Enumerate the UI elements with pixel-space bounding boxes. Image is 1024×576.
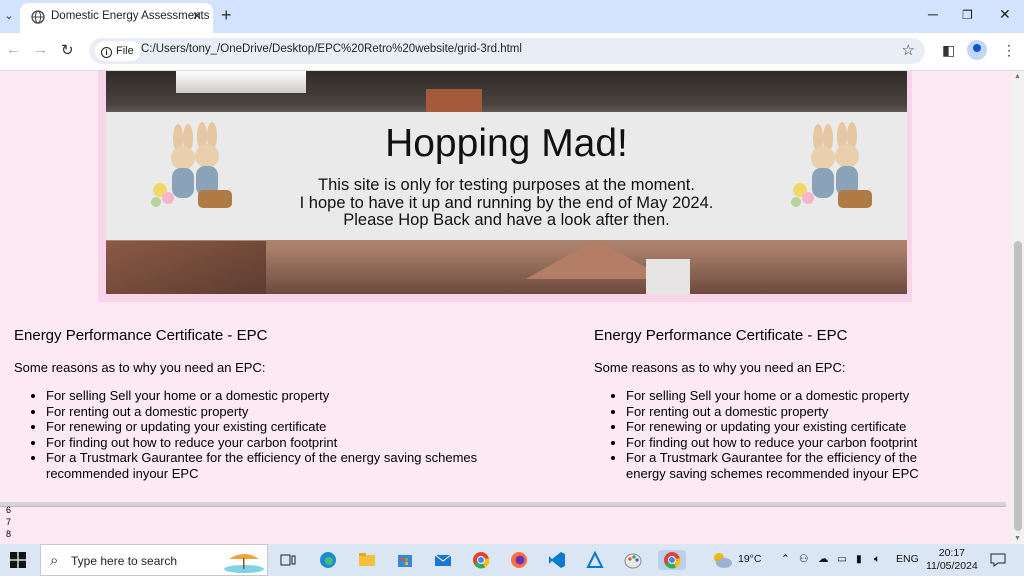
list-item: For renewing or updating your existing c… <box>46 419 506 435</box>
storage-icon[interactable]: ▭ <box>837 553 847 565</box>
clock-date: 11/05/2024 <box>926 560 978 572</box>
column-subheading: Some reasons as to why you need an EPC: <box>594 360 846 375</box>
bookmark-star-icon[interactable]: ☆ <box>902 41 915 59</box>
weather-cloud-icon[interactable] <box>711 550 733 570</box>
notifications-icon[interactable] <box>990 552 1006 568</box>
profile-avatar[interactable] <box>967 40 987 60</box>
column-heading: Energy Performance Certificate - EPC <box>594 327 848 344</box>
store-icon[interactable] <box>395 550 415 570</box>
vertical-scrollbar[interactable]: ▲ ▼ <box>1012 71 1024 544</box>
battery-icon[interactable]: ▮ <box>856 553 862 565</box>
list-item: For renting out a domestic property <box>626 404 926 420</box>
site-info-chip[interactable]: i File <box>95 41 141 61</box>
roof-gutter <box>176 71 306 93</box>
restore-icon[interactable]: ❐ <box>962 8 973 22</box>
url-text[interactable]: C:/Users/tony_/OneDrive/Desktop/EPC%20Re… <box>141 43 522 55</box>
paint-icon[interactable] <box>623 550 643 570</box>
onedrive-cloud-icon[interactable]: ☁ <box>818 553 829 565</box>
people-icon[interactable]: ⚇ <box>799 553 808 565</box>
list-item: For renewing or updating your existing c… <box>626 419 926 435</box>
list-item: For selling Sell your home or a domestic… <box>46 388 506 404</box>
reasons-list: For selling Sell your home or a domestic… <box>14 388 506 481</box>
file-explorer-icon[interactable] <box>357 550 377 570</box>
reasons-list: For selling Sell your home or a domestic… <box>594 388 926 481</box>
search-icon: ⌕ <box>50 552 59 569</box>
task-view-icon[interactable] <box>278 550 298 570</box>
footer-number: 7 <box>6 517 12 527</box>
footer-number: 8 <box>6 529 12 539</box>
info-icon: i <box>101 47 112 58</box>
back-arrow-icon[interactable]: ← <box>6 41 21 58</box>
address-bar[interactable]: i File C:/Users/tony_/OneDrive/Desktop/EP… <box>89 38 925 64</box>
window <box>646 259 690 294</box>
tab-search-chevron-icon[interactable]: ⌄ <box>0 6 18 26</box>
scrollbar-thumb[interactable] <box>1014 241 1022 531</box>
scroll-up-icon[interactable]: ▲ <box>1014 73 1021 80</box>
section-divider <box>0 502 1006 507</box>
vscode-icon[interactable] <box>547 550 567 570</box>
windows-start-icon[interactable] <box>10 552 26 568</box>
gable <box>526 239 666 279</box>
hero-banner: Hopping Mad! This site is only for testi… <box>106 112 907 240</box>
list-item: For renting out a domestic property <box>46 404 506 420</box>
column-heading: Energy Performance Certificate - EPC <box>14 327 268 344</box>
side-panel-icon[interactable]: ◧ <box>942 42 955 59</box>
taskbar-search-box[interactable]: ⌕ Type here to search <box>40 544 268 576</box>
clock-time: 20:17 <box>938 547 966 559</box>
list-item: For a Trustmark Gaurantee for the effici… <box>46 450 506 481</box>
browser-toolbar: ← → ↻ i File C:/Users/tony_/OneDrive/Desk… <box>0 33 1024 71</box>
list-item: For finding out how to reduce your carbo… <box>46 435 506 451</box>
chrome-icon[interactable] <box>471 550 491 570</box>
system-clock[interactable]: 20:17 11/05/2024 <box>926 547 978 573</box>
firefox-icon[interactable] <box>509 550 529 570</box>
close-window-icon[interactable]: ✕ <box>999 6 1011 23</box>
footer-number: 6 <box>6 505 12 515</box>
bunny-icon <box>791 122 872 208</box>
forward-arrow-icon[interactable]: → <box>33 41 48 58</box>
tab-close-icon[interactable]: ✕ <box>192 9 202 23</box>
footer-number-list: 6 7 8 <box>6 504 11 540</box>
volume-icon[interactable]: 🔈︎ <box>874 553 880 566</box>
reload-icon[interactable]: ↻ <box>61 41 74 59</box>
list-item: For a Trustmark Gaurantee for the effici… <box>626 450 926 481</box>
new-tab-plus-icon[interactable]: + <box>221 5 232 26</box>
weather-temperature[interactable]: 19°C <box>738 553 761 565</box>
windows-taskbar: ⌕ Type here to search 19°C ⌃ ⚇ ☁ ▭ ▮ 🔈︎ … <box>0 544 1024 576</box>
chrome-active-icon[interactable] <box>658 550 686 570</box>
scroll-down-icon[interactable]: ▼ <box>1014 535 1021 542</box>
edge-icon[interactable] <box>318 550 338 570</box>
globe-icon <box>31 10 45 24</box>
chimney <box>426 89 482 113</box>
roof <box>106 241 266 294</box>
browser-tab[interactable]: Domestic Energy Assessments ✕ <box>20 3 213 33</box>
tab-strip: ⌄ Domestic Energy Assessments ✕ + ─ ❐ ✕ <box>0 0 1024 33</box>
tray-chevron-icon[interactable]: ⌃ <box>781 553 790 565</box>
mail-icon[interactable] <box>433 550 453 570</box>
list-item: For selling Sell your home or a domestic… <box>626 388 926 404</box>
site-info-label: File <box>116 45 134 57</box>
minimize-icon[interactable]: ─ <box>928 6 938 22</box>
column-subheading: Some reasons as to why you need an EPC: <box>14 360 266 375</box>
search-highlight-icon <box>224 554 264 573</box>
list-item: For finding out how to reduce your carbo… <box>626 435 926 451</box>
hero-image: Hopping Mad! This site is only for testi… <box>106 71 907 294</box>
azure-data-studio-icon[interactable] <box>585 550 605 570</box>
search-placeholder: Type here to search <box>71 554 178 568</box>
page-viewport: Hopping Mad! This site is only for testi… <box>0 71 1012 544</box>
language-indicator[interactable]: ENG <box>896 553 919 565</box>
tab-title: Domestic Energy Assessments <box>51 10 210 22</box>
menu-kebab-icon[interactable]: ⋮ <box>1002 42 1016 59</box>
